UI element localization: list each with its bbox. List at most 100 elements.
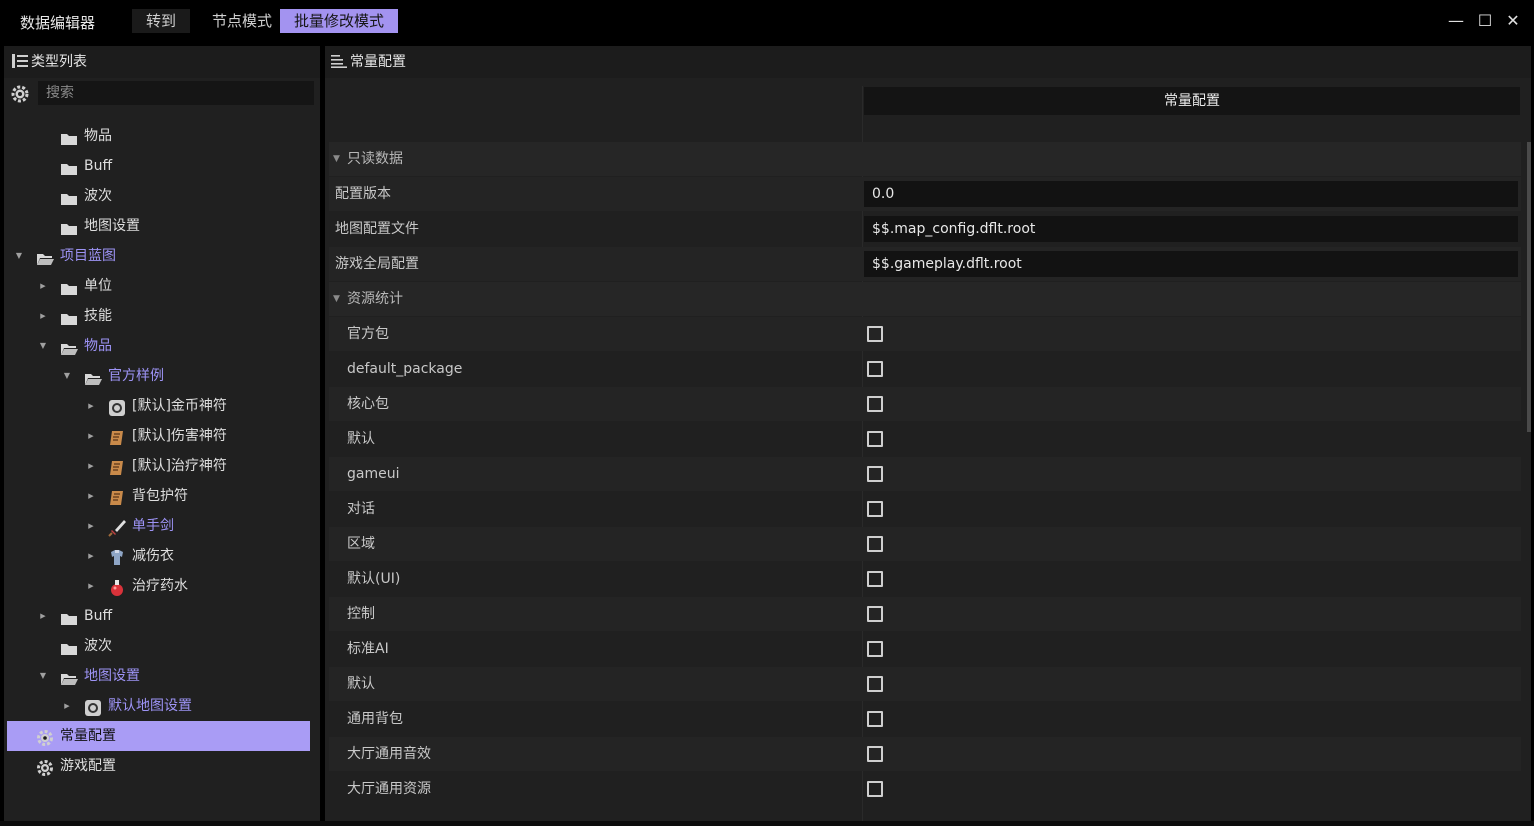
goto-menu-button[interactable]: 转到	[132, 9, 191, 33]
tree-node[interactable]: ▶ 单手剑	[4, 511, 320, 541]
collapse-arrow-icon[interactable]: ▶	[86, 571, 96, 601]
tree-node-label: 背包护符	[132, 488, 188, 504]
tree-node-label: 默认地图设置	[108, 698, 192, 714]
field-value-input[interactable]: $$.map_config.dflt.root	[864, 216, 1518, 242]
collapse-arrow-icon[interactable]: ▶	[86, 511, 96, 541]
armor-icon	[108, 548, 126, 565]
collapse-arrow-icon[interactable]: ▼	[333, 142, 340, 176]
bottom-edge	[0, 821, 1534, 826]
maximize-button[interactable]: ☐	[1474, 10, 1496, 32]
tree-node[interactable]: ▼ 官方样例	[4, 361, 320, 391]
collapse-arrow-icon[interactable]: ▶	[86, 421, 96, 451]
tree-node[interactable]: ▶ [默认]金币神符	[4, 391, 320, 421]
tree-node-label: 地图设置	[84, 668, 140, 684]
resource-row: 区域	[329, 527, 1521, 561]
tree-list-icon	[12, 54, 28, 68]
collapse-arrow-icon[interactable]: ▶	[38, 601, 48, 631]
tree-node[interactable]: ▶ 背包护符	[4, 481, 320, 511]
collapse-arrow-icon[interactable]: ▶	[62, 691, 72, 721]
collapse-arrow-icon[interactable]: ▶	[86, 541, 96, 571]
expand-arrow-icon[interactable]: ▼	[38, 331, 48, 361]
resource-checkbox[interactable]	[867, 606, 883, 622]
collapse-arrow-icon[interactable]: ▶	[86, 391, 96, 421]
resource-label: 默认(UI)	[347, 571, 401, 587]
tree-node[interactable]: ▶ 减伤衣	[4, 541, 320, 571]
expand-arrow-icon[interactable]: ▼	[38, 661, 48, 691]
collapse-arrow-icon[interactable]: ▼	[333, 282, 340, 316]
field-value-input[interactable]: $$.gameplay.dflt.root	[864, 251, 1518, 277]
gear-icon	[36, 728, 54, 746]
resource-checkbox[interactable]	[867, 431, 883, 447]
resource-row: 官方包	[329, 317, 1521, 351]
tree-node-label: Buff	[84, 608, 113, 624]
tree-node[interactable]: ▶ 治疗药水	[4, 571, 320, 601]
tree-node[interactable]: 常量配置	[7, 721, 310, 751]
tree-node[interactable]: ▼ 物品	[4, 331, 320, 361]
tree-node[interactable]: 波次	[4, 181, 320, 211]
tree-node[interactable]: ▶ 单位	[4, 271, 320, 301]
resource-checkbox[interactable]	[867, 536, 883, 552]
section-resources[interactable]: ▼ 资源统计	[329, 282, 1521, 316]
field-value-input[interactable]: 0.0	[864, 181, 1518, 207]
tree-node[interactable]: ▶ [默认]伤害神符	[4, 421, 320, 451]
tree-node[interactable]: ▶ 技能	[4, 301, 320, 331]
search-row	[4, 78, 320, 108]
resource-row: 大厅通用资源	[329, 772, 1521, 806]
collapse-arrow-icon[interactable]: ▶	[86, 481, 96, 511]
node-mode-button[interactable]: 节点模式	[198, 9, 287, 33]
tree-node[interactable]: 游戏配置	[4, 751, 320, 781]
properties-panel: 常量配置 常量配置 ▼ 只读数据 配置版本 0.0 地图配置文件 $$.map_con…	[325, 46, 1531, 821]
app-title: 数据编辑器	[20, 14, 96, 32]
resource-checkbox[interactable]	[867, 781, 883, 797]
resource-row: 大厅通用音效	[329, 737, 1521, 771]
settings-gear-icon[interactable]	[10, 84, 30, 104]
tree-node[interactable]: ▶ Buff	[4, 601, 320, 631]
collapse-arrow-icon[interactable]: ▶	[38, 301, 48, 331]
resource-label: 通用背包	[347, 711, 403, 727]
tree-node-label: 游戏配置	[60, 758, 116, 774]
resource-checkbox[interactable]	[867, 361, 883, 377]
tree-node-label: 常量配置	[60, 728, 116, 744]
folder-icon	[60, 608, 78, 625]
minimize-button[interactable]: —	[1445, 10, 1467, 32]
expand-arrow-icon[interactable]: ▼	[14, 241, 24, 271]
resource-checkbox[interactable]	[867, 326, 883, 342]
search-input[interactable]	[38, 81, 314, 105]
tree-node[interactable]: 地图设置	[4, 211, 320, 241]
field-row: 地图配置文件 $$.map_config.dflt.root	[329, 212, 1521, 246]
tree-node[interactable]: 物品	[4, 121, 320, 151]
scroll-icon	[108, 428, 126, 445]
folder-open-icon	[60, 338, 78, 355]
resource-checkbox[interactable]	[867, 396, 883, 412]
tree-node[interactable]: ▼ 地图设置	[4, 661, 320, 691]
batch-mode-button[interactable]: 批量修改模式	[280, 9, 399, 33]
close-button[interactable]: ✕	[1502, 10, 1524, 32]
resource-checkbox[interactable]	[867, 501, 883, 517]
list-icon	[331, 55, 347, 68]
section-readonly[interactable]: ▼ 只读数据	[329, 142, 1521, 176]
resource-row: gameui	[329, 457, 1521, 491]
expand-arrow-icon[interactable]: ▼	[62, 361, 72, 391]
collapse-arrow-icon[interactable]: ▶	[86, 451, 96, 481]
title-bar: 数据编辑器 转到 节点模式 批量修改模式 — ☐ ✕	[0, 0, 1534, 44]
collapse-arrow-icon[interactable]: ▶	[38, 271, 48, 301]
resource-checkbox[interactable]	[867, 571, 883, 587]
tree-node[interactable]: Buff	[4, 151, 320, 181]
coin-icon	[108, 398, 126, 416]
resource-checkbox[interactable]	[867, 676, 883, 692]
field-label: 配置版本	[335, 186, 391, 202]
resource-checkbox[interactable]	[867, 711, 883, 727]
resource-checkbox[interactable]	[867, 641, 883, 657]
resource-checkbox[interactable]	[867, 466, 883, 482]
folder-open-icon	[36, 248, 54, 265]
tree-node[interactable]: ▶ [默认]治疗神符	[4, 451, 320, 481]
map-icon	[84, 698, 102, 716]
tree-node[interactable]: ▶ 默认地图设置	[4, 691, 320, 721]
tree-node[interactable]: ▼ 项目蓝图	[4, 241, 320, 271]
vertical-scrollbar[interactable]	[1527, 142, 1531, 432]
resource-row: 核心包	[329, 387, 1521, 421]
tree-node-label: 技能	[84, 308, 112, 324]
folder-icon	[60, 158, 78, 175]
tree-node[interactable]: 波次	[4, 631, 320, 661]
resource-checkbox[interactable]	[867, 746, 883, 762]
